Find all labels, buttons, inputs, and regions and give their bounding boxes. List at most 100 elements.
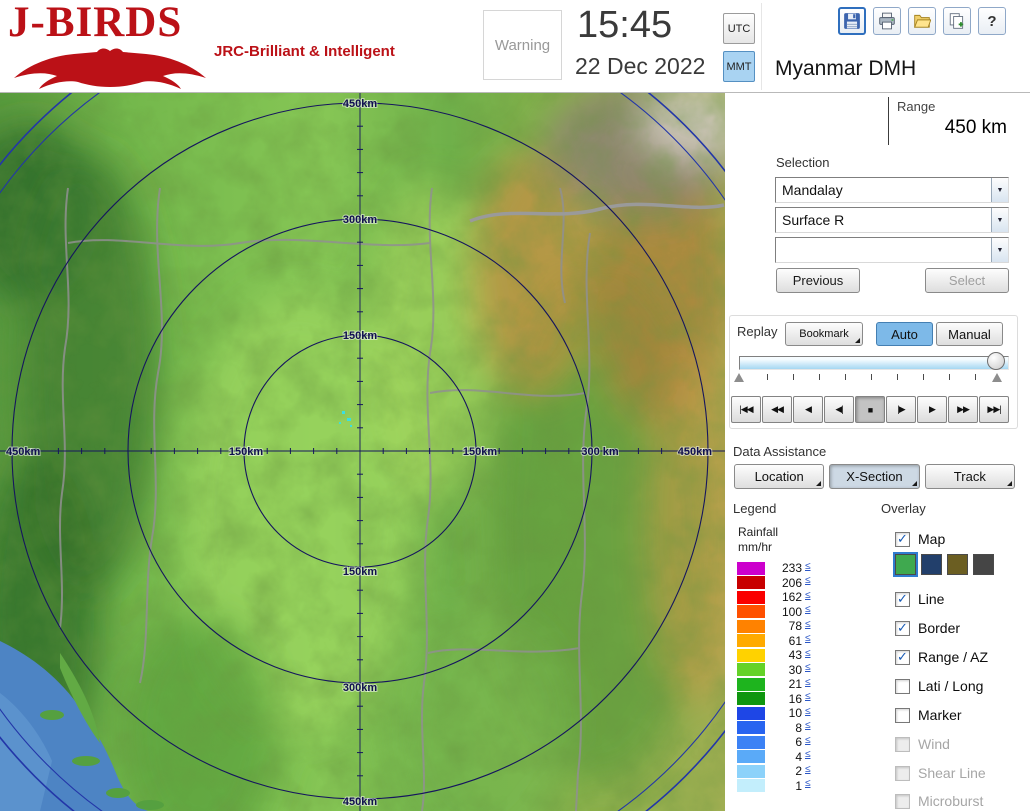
legend-threshold-link[interactable]: ≤ bbox=[805, 764, 811, 775]
legend-threshold-link[interactable]: ≤ bbox=[805, 590, 811, 601]
control-panel: Range 450 km Selection Mandalay ▼ Surfac… bbox=[725, 93, 1030, 811]
legend-value: 100 bbox=[765, 605, 802, 619]
play-forward-button[interactable]: ▶ bbox=[917, 396, 947, 423]
legend-row: 2≤ bbox=[737, 764, 852, 779]
overlay-item-label: Border bbox=[918, 620, 960, 636]
auto-mode-button[interactable]: Auto bbox=[876, 322, 933, 346]
legend-row: 206≤ bbox=[737, 576, 852, 591]
overlay-item-map[interactable]: ✓ Map bbox=[895, 529, 945, 549]
header: J-BIRDS JRC-Brilliant & Intelligent Rada… bbox=[0, 0, 1030, 93]
legend-threshold-link[interactable]: ≤ bbox=[805, 604, 811, 615]
save-button[interactable] bbox=[838, 7, 866, 35]
timeline-tick bbox=[949, 374, 950, 380]
x-section-button[interactable]: X-Section bbox=[829, 464, 919, 489]
eagle-logo-icon bbox=[12, 47, 208, 89]
range-ring-label: 450km bbox=[343, 98, 377, 110]
product-dropdown-value: Surface R bbox=[776, 208, 991, 232]
range-ring-label: 150km bbox=[343, 566, 377, 578]
overlay-item-label: Marker bbox=[918, 707, 962, 723]
stop-button[interactable]: ■ bbox=[855, 396, 885, 423]
legend-color-swatch bbox=[737, 649, 765, 662]
legend-rows: 233≤206≤162≤100≤78≤61≤43≤30≤21≤16≤10≤8≤6… bbox=[737, 561, 852, 793]
timeline-tick bbox=[871, 374, 872, 380]
skip-to-end-button[interactable]: ▶▶| bbox=[979, 396, 1009, 423]
legend-value: 4 bbox=[765, 750, 802, 764]
transport-bar: |◀◀◀◀◀◀|■|▶▶▶▶▶▶| bbox=[731, 396, 1009, 423]
marker-checkbox[interactable] bbox=[895, 708, 910, 723]
timeline-tick bbox=[897, 374, 898, 380]
legend-unit-line2: mm/hr bbox=[738, 540, 772, 554]
overlay-item-border[interactable]: ✓ Border bbox=[895, 618, 960, 638]
overlay-item-range-az[interactable]: ✓Range / AZ bbox=[895, 647, 988, 667]
border-checkbox[interactable]: ✓ bbox=[895, 621, 910, 636]
chevron-down-icon[interactable]: ▼ bbox=[991, 178, 1008, 202]
fast-forward-button[interactable]: ▶▶ bbox=[948, 396, 978, 423]
legend-threshold-link[interactable]: ≤ bbox=[805, 677, 811, 688]
range-az-checkbox[interactable]: ✓ bbox=[895, 650, 910, 665]
legend-threshold-link[interactable]: ≤ bbox=[805, 778, 811, 789]
legend-value: 1 bbox=[765, 779, 802, 793]
overlay-items: ✓Map✓Line✓Border✓Range / AZLati / LongMa… bbox=[895, 523, 1030, 811]
legend-value: 61 bbox=[765, 634, 802, 648]
export-image-button[interactable] bbox=[943, 7, 971, 35]
lati-long-checkbox[interactable] bbox=[895, 679, 910, 694]
chevron-down-icon[interactable]: ▼ bbox=[991, 238, 1008, 262]
bookmark-button[interactable]: Bookmark bbox=[785, 322, 863, 346]
help-button[interactable]: ? bbox=[978, 7, 1006, 35]
radar-map-area[interactable]: 450km300km150km150km300km450km450km150km… bbox=[0, 93, 725, 811]
range-ring-label: 450km bbox=[678, 446, 712, 458]
legend-threshold-link[interactable]: ≤ bbox=[805, 575, 811, 586]
product-dropdown[interactable]: Surface R ▼ bbox=[775, 207, 1009, 233]
timeline-tick bbox=[819, 374, 820, 380]
legend-threshold-link[interactable]: ≤ bbox=[805, 691, 811, 702]
legend-color-swatch bbox=[737, 678, 765, 691]
range-ring-label: 150km bbox=[463, 446, 497, 458]
option-dropdown[interactable]: ▼ bbox=[775, 237, 1009, 263]
print-button[interactable] bbox=[873, 7, 901, 35]
chevron-down-icon[interactable]: ▼ bbox=[991, 208, 1008, 232]
step-backward-button[interactable]: ◀| bbox=[824, 396, 854, 423]
previous-button[interactable]: Previous bbox=[776, 268, 860, 293]
legend-threshold-link[interactable]: ≤ bbox=[805, 619, 811, 630]
range-ring-label: 450km bbox=[6, 446, 40, 458]
legend-threshold-link[interactable]: ≤ bbox=[805, 662, 811, 673]
overlay-item-marker[interactable]: Marker bbox=[895, 705, 962, 725]
legend-row: 162≤ bbox=[737, 590, 852, 605]
manual-mode-button[interactable]: Manual bbox=[936, 322, 1003, 346]
timeline-thumb[interactable] bbox=[987, 352, 1005, 370]
radar-map-canvas[interactable]: 450km300km150km150km300km450km450km150km… bbox=[0, 93, 725, 811]
legend-threshold-link[interactable]: ≤ bbox=[805, 648, 811, 659]
legend-threshold-link[interactable]: ≤ bbox=[805, 749, 811, 760]
legend-threshold-link[interactable]: ≤ bbox=[805, 706, 811, 717]
track-button[interactable]: Track bbox=[925, 464, 1015, 489]
app-logo-title: J-BIRDS bbox=[8, 0, 182, 47]
legend-value: 206 bbox=[765, 576, 802, 590]
overlay-item-line[interactable]: ✓Line bbox=[895, 589, 944, 609]
mmt-button[interactable]: MMT bbox=[723, 51, 755, 82]
legend-threshold-link[interactable]: ≤ bbox=[805, 561, 811, 572]
legend-row: 233≤ bbox=[737, 561, 852, 576]
legend-value: 78 bbox=[765, 619, 802, 633]
range-ring-label: 450km bbox=[343, 796, 377, 808]
site-dropdown[interactable]: Mandalay ▼ bbox=[775, 177, 1009, 203]
replay-timeline[interactable] bbox=[739, 356, 1009, 370]
overlay-item-label: Map bbox=[918, 531, 945, 547]
fast-rewind-button[interactable]: ◀◀ bbox=[762, 396, 792, 423]
legend-value: 30 bbox=[765, 663, 802, 677]
legend-color-swatch bbox=[737, 562, 765, 575]
line-checkbox[interactable]: ✓ bbox=[895, 592, 910, 607]
open-file-button[interactable] bbox=[908, 7, 936, 35]
legend-threshold-link[interactable]: ≤ bbox=[805, 735, 811, 746]
utc-button[interactable]: UTC bbox=[723, 13, 755, 44]
play-backward-button[interactable]: ◀ bbox=[793, 396, 823, 423]
overlay-item-lati-long[interactable]: Lati / Long bbox=[895, 676, 983, 696]
location-button[interactable]: Location bbox=[734, 464, 824, 489]
map-checkbox[interactable]: ✓ bbox=[895, 532, 910, 547]
range-ring-label: 300km bbox=[343, 214, 377, 226]
step-forward-button[interactable]: |▶ bbox=[886, 396, 916, 423]
legend-threshold-link[interactable]: ≤ bbox=[805, 720, 811, 731]
select-button[interactable]: Select bbox=[925, 268, 1009, 293]
legend-color-swatch bbox=[737, 620, 765, 633]
legend-threshold-link[interactable]: ≤ bbox=[805, 633, 811, 644]
skip-to-start-button[interactable]: |◀◀ bbox=[731, 396, 761, 423]
